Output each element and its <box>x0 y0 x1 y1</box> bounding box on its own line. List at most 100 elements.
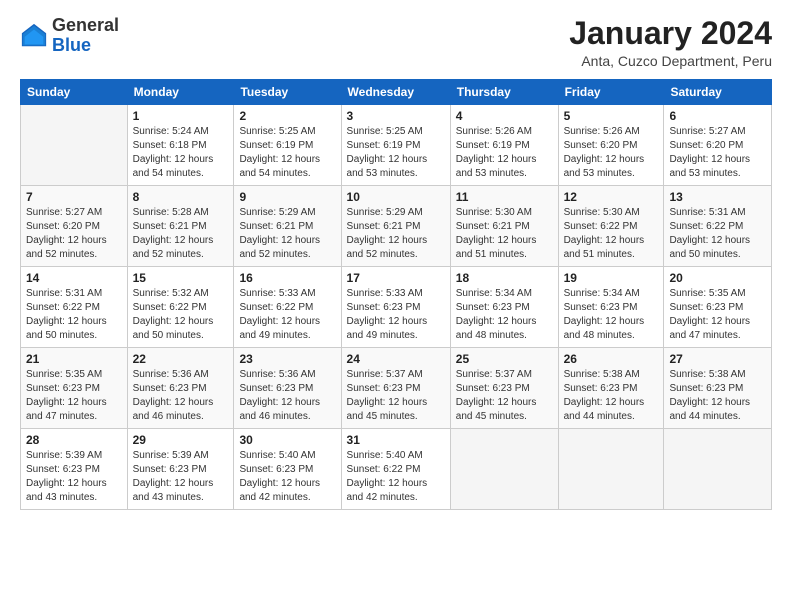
day-info: Sunrise: 5:40 AMSunset: 6:23 PMDaylight:… <box>239 449 335 505</box>
title-block: January 2024 Anta, Cuzco Department, Per… <box>569 16 772 69</box>
table-row <box>558 429 664 510</box>
table-row: 22 Sunrise: 5:36 AMSunset: 6:23 PMDayligh… <box>127 348 234 429</box>
day-number: 4 <box>456 109 553 123</box>
table-row: 1Sunrise: 5:24 AMSunset: 6:18 PMDaylight… <box>127 105 234 186</box>
day-number: 14 <box>26 271 122 285</box>
header-friday: Friday <box>558 80 664 105</box>
table-row: 9 Sunrise: 5:29 AMSunset: 6:21 PMDaylight… <box>234 186 341 267</box>
day-info: Sunrise: 5:35 AMSunset: 6:23 PMDaylight:… <box>669 287 766 343</box>
table-row: 2Sunrise: 5:25 AMSunset: 6:19 PMDaylight… <box>234 105 341 186</box>
day-info: Sunrise: 5:33 AMSunset: 6:23 PMDaylight:… <box>347 287 445 343</box>
table-row: 19 Sunrise: 5:34 AMSunset: 6:23 PMDayligh… <box>558 267 664 348</box>
day-info: Sunrise: 5:28 AMSunset: 6:21 PMDaylight:… <box>133 206 229 262</box>
day-number: 2 <box>239 109 335 123</box>
subtitle: Anta, Cuzco Department, Peru <box>569 53 772 69</box>
table-row: 5 Sunrise: 5:26 AMSunset: 6:20 PMDaylight… <box>558 105 664 186</box>
day-number: 5 <box>564 109 659 123</box>
header: General Blue January 2024 Anta, Cuzco De… <box>20 16 772 69</box>
calendar-header: Sunday Monday Tuesday Wednesday Thursday… <box>21 80 772 105</box>
header-sunday: Sunday <box>21 80 128 105</box>
day-info: Sunrise: 5:37 AMSunset: 6:23 PMDaylight:… <box>347 368 445 424</box>
calendar-week-5: 28Sunrise: 5:39 AMSunset: 6:23 PMDayligh… <box>21 429 772 510</box>
table-row: 20 Sunrise: 5:35 AMSunset: 6:23 PMDayligh… <box>664 267 772 348</box>
logo-blue: Blue <box>52 35 91 55</box>
day-info: Sunrise: 5:29 AMSunset: 6:21 PMDaylight:… <box>347 206 445 262</box>
day-info: Sunrise: 5:36 AMSunset: 6:23 PMDaylight:… <box>133 368 229 424</box>
page: General Blue January 2024 Anta, Cuzco De… <box>0 0 792 612</box>
day-number: 26 <box>564 352 659 366</box>
table-row: 31Sunrise: 5:40 AMSunset: 6:22 PMDayligh… <box>341 429 450 510</box>
day-info: Sunrise: 5:31 AMSunset: 6:22 PMDaylight:… <box>26 287 122 343</box>
day-info: Sunrise: 5:26 AMSunset: 6:20 PMDaylight:… <box>564 125 659 181</box>
day-number: 20 <box>669 271 766 285</box>
day-info: Sunrise: 5:34 AMSunset: 6:23 PMDaylight:… <box>456 287 553 343</box>
header-tuesday: Tuesday <box>234 80 341 105</box>
table-row: 18 Sunrise: 5:34 AMSunset: 6:23 PMDayligh… <box>450 267 558 348</box>
day-info: Sunrise: 5:26 AMSunset: 6:19 PMDaylight:… <box>456 125 553 181</box>
table-row: 11Sunrise: 5:30 AMSunset: 6:21 PMDayligh… <box>450 186 558 267</box>
table-row: 8 Sunrise: 5:28 AMSunset: 6:21 PMDaylight… <box>127 186 234 267</box>
day-number: 16 <box>239 271 335 285</box>
table-row: 23 Sunrise: 5:36 AMSunset: 6:23 PMDayligh… <box>234 348 341 429</box>
day-number: 3 <box>347 109 445 123</box>
day-number: 6 <box>669 109 766 123</box>
day-number: 13 <box>669 190 766 204</box>
day-number: 27 <box>669 352 766 366</box>
calendar-week-2: 7 Sunrise: 5:27 AMSunset: 6:20 PMDaylight… <box>21 186 772 267</box>
table-row: 16Sunrise: 5:33 AMSunset: 6:22 PMDayligh… <box>234 267 341 348</box>
day-info: Sunrise: 5:36 AMSunset: 6:23 PMDaylight:… <box>239 368 335 424</box>
header-wednesday: Wednesday <box>341 80 450 105</box>
header-thursday: Thursday <box>450 80 558 105</box>
day-number: 29 <box>133 433 229 447</box>
day-number: 24 <box>347 352 445 366</box>
day-number: 17 <box>347 271 445 285</box>
table-row: 28Sunrise: 5:39 AMSunset: 6:23 PMDayligh… <box>21 429 128 510</box>
day-number: 18 <box>456 271 553 285</box>
calendar-body: 1Sunrise: 5:24 AMSunset: 6:18 PMDaylight… <box>21 105 772 510</box>
table-row: 15 Sunrise: 5:32 AMSunset: 6:22 PMDayligh… <box>127 267 234 348</box>
logo-general: General <box>52 15 119 35</box>
logo: General Blue <box>20 16 119 56</box>
day-info: Sunrise: 5:32 AMSunset: 6:22 PMDaylight:… <box>133 287 229 343</box>
day-number: 1 <box>133 109 229 123</box>
day-info: Sunrise: 5:35 AMSunset: 6:23 PMDaylight:… <box>26 368 122 424</box>
table-row <box>21 105 128 186</box>
logo-text: General Blue <box>52 16 119 56</box>
day-info: Sunrise: 5:30 AMSunset: 6:22 PMDaylight:… <box>564 206 659 262</box>
table-row: 26 Sunrise: 5:38 AMSunset: 6:23 PMDayligh… <box>558 348 664 429</box>
table-row: 10 Sunrise: 5:29 AMSunset: 6:21 PMDayligh… <box>341 186 450 267</box>
day-number: 10 <box>347 190 445 204</box>
calendar-week-1: 1Sunrise: 5:24 AMSunset: 6:18 PMDaylight… <box>21 105 772 186</box>
day-number: 9 <box>239 190 335 204</box>
calendar-week-3: 14 Sunrise: 5:31 AMSunset: 6:22 PMDayligh… <box>21 267 772 348</box>
day-info: Sunrise: 5:25 AMSunset: 6:19 PMDaylight:… <box>347 125 445 181</box>
table-row: 7 Sunrise: 5:27 AMSunset: 6:20 PMDaylight… <box>21 186 128 267</box>
day-number: 8 <box>133 190 229 204</box>
header-monday: Monday <box>127 80 234 105</box>
day-number: 19 <box>564 271 659 285</box>
table-row: 4 Sunrise: 5:26 AMSunset: 6:19 PMDaylight… <box>450 105 558 186</box>
day-info: Sunrise: 5:37 AMSunset: 6:23 PMDaylight:… <box>456 368 553 424</box>
day-info: Sunrise: 5:38 AMSunset: 6:23 PMDaylight:… <box>564 368 659 424</box>
header-row: Sunday Monday Tuesday Wednesday Thursday… <box>21 80 772 105</box>
day-number: 15 <box>133 271 229 285</box>
day-info: Sunrise: 5:34 AMSunset: 6:23 PMDaylight:… <box>564 287 659 343</box>
table-row: 30Sunrise: 5:40 AMSunset: 6:23 PMDayligh… <box>234 429 341 510</box>
table-row: 6Sunrise: 5:27 AMSunset: 6:20 PMDaylight… <box>664 105 772 186</box>
table-row: 14 Sunrise: 5:31 AMSunset: 6:22 PMDayligh… <box>21 267 128 348</box>
day-number: 23 <box>239 352 335 366</box>
logo-icon <box>20 22 48 50</box>
day-info: Sunrise: 5:27 AMSunset: 6:20 PMDaylight:… <box>26 206 122 262</box>
calendar: Sunday Monday Tuesday Wednesday Thursday… <box>20 79 772 510</box>
day-info: Sunrise: 5:39 AMSunset: 6:23 PMDaylight:… <box>26 449 122 505</box>
table-row: 27Sunrise: 5:38 AMSunset: 6:23 PMDayligh… <box>664 348 772 429</box>
day-number: 12 <box>564 190 659 204</box>
day-info: Sunrise: 5:30 AMSunset: 6:21 PMDaylight:… <box>456 206 553 262</box>
day-number: 22 <box>133 352 229 366</box>
day-number: 7 <box>26 190 122 204</box>
table-row: 21 Sunrise: 5:35 AMSunset: 6:23 PMDayligh… <box>21 348 128 429</box>
day-number: 25 <box>456 352 553 366</box>
day-info: Sunrise: 5:29 AMSunset: 6:21 PMDaylight:… <box>239 206 335 262</box>
day-number: 21 <box>26 352 122 366</box>
table-row: 25 Sunrise: 5:37 AMSunset: 6:23 PMDayligh… <box>450 348 558 429</box>
